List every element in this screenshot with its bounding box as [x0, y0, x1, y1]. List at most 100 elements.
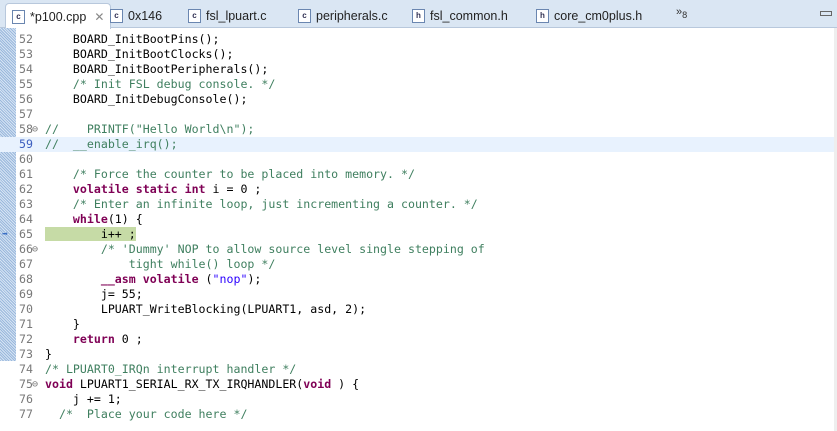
keyword: return [72, 332, 115, 346]
code-text: /* LPUART0_IRQn interrupt handler */ [45, 362, 296, 377]
code-token: 0 ; [114, 332, 143, 346]
code-line[interactable]: 57 [0, 107, 837, 122]
code-line[interactable]: 63 /* Enter an infinite loop, just incre… [0, 197, 837, 212]
keyword: void [45, 377, 73, 391]
tab-0x146[interactable]: c 0x146 [110, 4, 162, 27]
code-line[interactable]: 66 ⊖ /* 'Dummy' NOP to allow source level… [0, 242, 837, 257]
code-line[interactable]: 67 tight while() loop */ [0, 257, 837, 272]
code-text: tight while() loop */ [45, 257, 276, 272]
keyword: while [72, 212, 108, 226]
code-token: BOARD_InitDebugConsole(); [45, 92, 248, 106]
line-number: 63 [19, 197, 33, 211]
code-text: } [45, 317, 80, 332]
code-text: /* Force the counter to be placed into m… [45, 167, 415, 182]
code-line[interactable]: 62 volatile static int i = 0 ; [0, 182, 837, 197]
code-line[interactable]: 56 BOARD_InitDebugConsole(); [0, 92, 837, 107]
code-token: } [45, 317, 80, 331]
line-number: 56 [19, 92, 33, 106]
tab-core-cm0plus-h[interactable]: h core_cm0plus.h [536, 4, 642, 27]
code-text: while(1) { [45, 212, 143, 227]
close-tab-icon[interactable]: ✕ [94, 10, 104, 24]
keyword: __asm volatile [100, 272, 199, 286]
code-token: BOARD_InitBootPeripherals(); [45, 62, 269, 76]
h-file-icon: h [412, 8, 425, 23]
code-line[interactable]: 70 LPUART_WriteBlocking(LPUART1, asd, 2)… [0, 302, 837, 317]
code-text: // PRINTF("Hello World\n"); [45, 122, 254, 137]
code-line[interactable]: 77 /* Place your code here */ [0, 407, 837, 422]
tab-label: 0x146 [128, 8, 163, 23]
tab-fsl-common-h[interactable]: h fsl_common.h [412, 4, 508, 27]
c-file-icon: c [188, 8, 201, 23]
line-number: 57 [19, 107, 33, 121]
keyword: void [303, 377, 332, 391]
tab-label: peripherals.c [316, 8, 388, 23]
code-token: i = 0 ; [205, 182, 262, 196]
line-number: 61 [19, 167, 33, 181]
code-line[interactable]: 58 ⊖// PRINTF("Hello World\n"); [0, 122, 837, 137]
line-number: 70 [19, 302, 33, 316]
keyword: volatile static int [72, 182, 206, 196]
code-line[interactable]: 61 /* Force the counter to be placed int… [0, 167, 837, 182]
code-token: BOARD_InitBootClocks(); [45, 47, 234, 61]
code-line[interactable]: 76 j += 1; [0, 392, 837, 407]
code-token: (1) { [107, 212, 143, 226]
code-text: __asm volatile ("nop"); [45, 272, 262, 287]
current-instruction-highlight: i++ ; [45, 227, 136, 241]
code-line[interactable]: 54 BOARD_InitBootPeripherals(); [0, 62, 837, 77]
line-number: 62 [19, 182, 33, 196]
line-number: 69 [19, 287, 33, 301]
minimize-button[interactable] [820, 11, 832, 16]
code-token: BOARD_InitBootPins(); [45, 32, 220, 46]
code-text: j += 1; [45, 392, 122, 407]
code-text: BOARD_InitBootPins(); [45, 32, 220, 47]
code-line[interactable]: 71 } [0, 317, 837, 332]
code-token: ) { [331, 377, 360, 391]
comment: // __enable_irq(); [45, 137, 178, 151]
code-line[interactable]: 74 /* LPUART0_IRQn interrupt handler */ [0, 362, 837, 377]
code-text: BOARD_InitDebugConsole(); [45, 92, 248, 107]
comment: /* 'Dummy' NOP to allow source level sin… [45, 242, 485, 256]
code-line[interactable]: 72 return 0 ; [0, 332, 837, 347]
code-line[interactable]: ➡ 65 i++ ; [0, 227, 837, 242]
code-line[interactable]: 75 ⊖ void LPUART1_SERIAL_RX_TX_IRQHANDLER(… [0, 377, 837, 392]
code-token: ( [198, 272, 213, 286]
overflow-count: 8 [682, 10, 688, 21]
code-token: LPUART_WriteBlocking(LPUART1, asd, 2); [45, 302, 367, 316]
code-text: volatile static int i = 0 ; [45, 182, 261, 197]
tab-p100-cpp[interactable]: c *p100.cpp ✕ [5, 3, 112, 29]
fold-toggle-icon[interactable]: ⊖ [32, 377, 38, 392]
code-token: } [45, 347, 52, 361]
code-text: /* 'Dummy' NOP to allow source level sin… [45, 242, 485, 257]
c-file-icon: c [298, 8, 311, 23]
tab-fsl-lpuart-c[interactable]: c fsl_lpuart.c [188, 4, 266, 27]
comment: // PRINTF("Hello World\n"); [45, 122, 255, 136]
code-editor[interactable]: 52 BOARD_InitBootPins(); 53 BOARD_InitBoo… [0, 28, 837, 431]
disassembly-icon: c [110, 8, 123, 23]
tab-peripherals-c[interactable]: c peripherals.c [298, 4, 388, 27]
code-line[interactable]: 53 BOARD_InitBootClocks(); [0, 47, 837, 62]
line-number: 71 [19, 317, 33, 331]
code-line[interactable]: 60 [0, 152, 837, 167]
fold-toggle-icon[interactable]: ⊖ [32, 242, 38, 257]
code-line[interactable]: 59 // __enable_irq(); [0, 137, 837, 152]
tab-label: core_cm0plus.h [554, 8, 643, 23]
comment: /* Place your code here */ [45, 407, 248, 421]
comment: /* Enter an infinite loop, just incremen… [45, 197, 478, 211]
tab-label: fsl_lpuart.c [206, 8, 267, 23]
fold-toggle-icon[interactable]: ⊖ [32, 122, 38, 137]
code-line[interactable]: 73} [0, 347, 837, 362]
more-tabs-button[interactable]: »8 [676, 6, 687, 20]
code-line[interactable]: 55 /* Init FSL debug console. */ [0, 77, 837, 92]
line-number: 64 [19, 212, 33, 226]
code-text: // __enable_irq(); [45, 137, 178, 152]
instruction-pointer-icon: ➡ [2, 229, 9, 240]
code-text: /* Enter an infinite loop, just incremen… [45, 197, 478, 212]
code-line[interactable]: 64 while(1) { [0, 212, 837, 227]
comment: tight while() loop */ [45, 257, 276, 271]
h-file-icon: h [536, 8, 549, 23]
line-number: 59 [19, 137, 33, 151]
code-line[interactable]: 69 j= 55; [0, 287, 837, 302]
code-line[interactable]: 52 BOARD_InitBootPins(); [0, 32, 837, 47]
code-text: return 0 ; [45, 332, 143, 347]
code-line[interactable]: 68 __asm volatile ("nop"); [0, 272, 837, 287]
